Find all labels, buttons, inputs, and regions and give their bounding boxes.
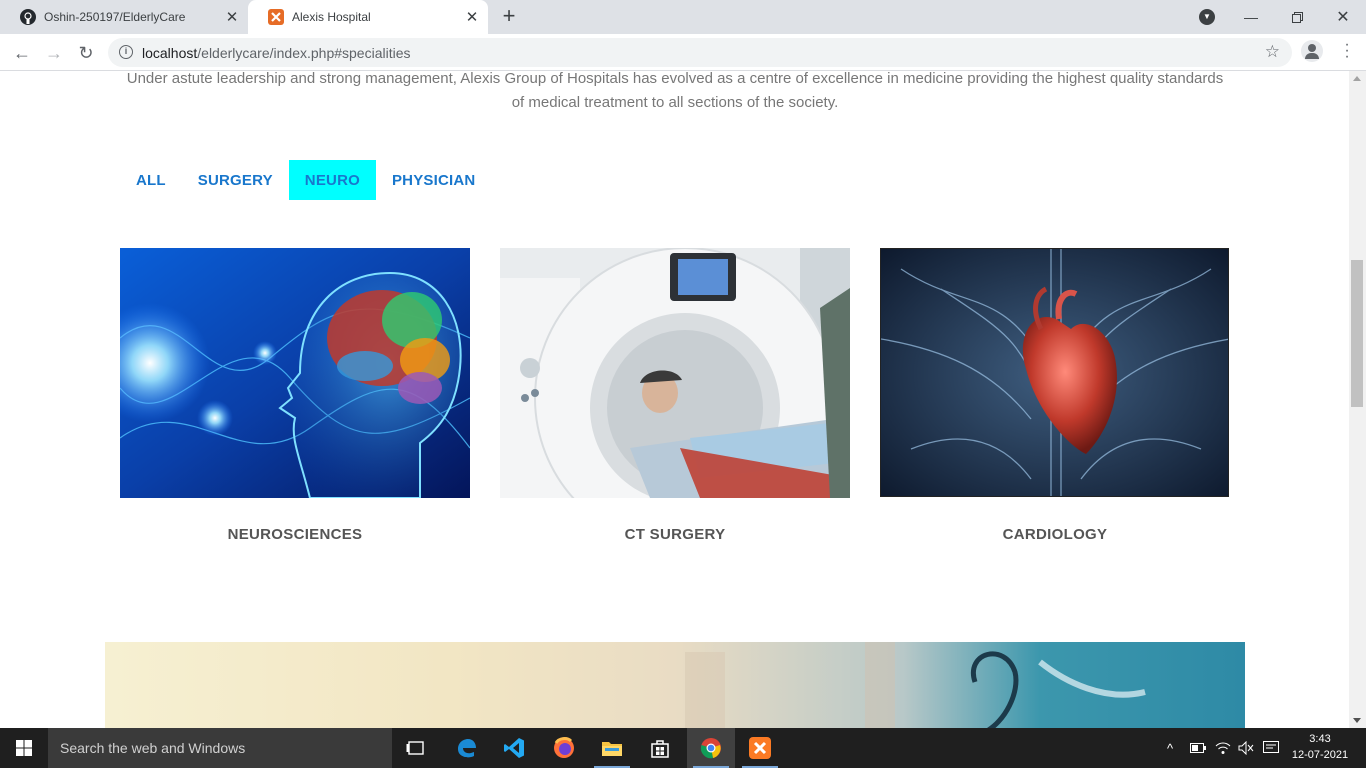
xampp-taskbar-icon[interactable] (736, 728, 784, 768)
vertical-scrollbar[interactable] (1349, 71, 1366, 728)
clock-time: 3:43 (1309, 733, 1331, 745)
url-text[interactable]: localhost/elderlycare/index.php#speciali… (142, 45, 411, 61)
close-icon[interactable]: ✕ (222, 7, 242, 27)
filter-surgery[interactable]: SURGERY (182, 160, 289, 200)
clock-date: 12-07-2021 (1291, 749, 1349, 761)
url-path: /elderlycare/index.php#specialities (197, 45, 411, 61)
speciality-card-ct-surgery[interactable]: CT SURGERY (500, 248, 850, 543)
xampp-icon (268, 9, 284, 25)
taskbar-clock[interactable]: 3:43 12-07-2021 (1288, 731, 1352, 763)
windows-taskbar: Search the web and Windows ^ 3:43 12-07-… (0, 728, 1366, 768)
filter-neuro[interactable]: NEURO (288, 160, 376, 200)
forward-icon[interactable]: → (41, 40, 67, 66)
file-explorer-icon[interactable] (588, 728, 636, 768)
speciality-name[interactable]: CARDIOLOGY (880, 526, 1230, 543)
browser-tab-strip: Oshin-250197/ElderlyCare ✕ Alexis Hospit… (0, 0, 1366, 34)
tab-github[interactable]: Oshin-250197/ElderlyCare ✕ (0, 0, 248, 34)
tab-alexis-hospital[interactable]: Alexis Hospital ✕ (248, 0, 488, 34)
close-icon[interactable]: ✕ (462, 7, 482, 27)
specialities-intro: Under astute leadership and strong manag… (126, 71, 1224, 111)
speciality-name[interactable]: CT SURGERY (500, 526, 850, 543)
minimize-icon[interactable]: — (1228, 0, 1274, 34)
volume-muted-icon[interactable] (1238, 728, 1254, 768)
brain-illustration[interactable] (120, 248, 470, 498)
edge-icon[interactable] (442, 728, 490, 768)
reload-icon[interactable]: ↻ (73, 40, 99, 66)
back-icon[interactable]: ← (9, 40, 35, 66)
speciality-card-neurosciences[interactable]: NEUROSCIENCES (120, 248, 470, 543)
tab-title: Alexis Hospital (292, 10, 371, 24)
restore-icon[interactable] (1274, 0, 1320, 34)
store-icon[interactable] (636, 728, 684, 768)
scroll-down-icon[interactable] (1353, 718, 1361, 723)
menu-kebab-icon[interactable]: · · · (1339, 37, 1355, 65)
banner-image (105, 642, 1245, 728)
specialities-filter: ALL SURGERY NEURO PHYSICIAN (120, 160, 491, 200)
vscode-icon[interactable] (490, 728, 538, 768)
speciality-card-cardiology[interactable]: CARDIOLOGY (880, 248, 1230, 543)
windows-start-icon[interactable] (0, 728, 48, 768)
battery-icon[interactable] (1190, 728, 1206, 768)
profile-avatar-icon[interactable] (1301, 40, 1323, 62)
chrome-icon[interactable] (687, 728, 735, 768)
ct-scanner-photo[interactable] (500, 248, 850, 498)
url-host: localhost (142, 45, 198, 61)
scrollbar-thumb[interactable] (1351, 260, 1363, 407)
tab-search-icon[interactable]: ▼ (1199, 9, 1215, 25)
window-close-icon[interactable]: ✕ (1320, 0, 1366, 34)
address-bar[interactable]: i localhost/elderlycare/index.php#specia… (108, 38, 1292, 67)
show-hidden-icons[interactable]: ^ (1167, 728, 1173, 768)
page-viewport: Under astute leadership and strong manag… (0, 71, 1366, 728)
github-icon (20, 9, 36, 25)
info-icon[interactable]: i (119, 45, 133, 59)
action-center-icon[interactable] (1263, 728, 1279, 768)
new-tab-icon[interactable]: + (498, 5, 520, 28)
firefox-icon[interactable] (540, 728, 588, 768)
browser-toolbar: ← → ↻ i localhost/elderlycare/index.php#… (0, 34, 1366, 71)
scroll-up-icon[interactable] (1353, 76, 1361, 81)
taskbar-search-box[interactable]: Search the web and Windows (48, 728, 392, 768)
bookmark-star-icon[interactable]: ☆ (1265, 42, 1280, 62)
heart-illustration[interactable] (880, 248, 1229, 497)
wifi-icon[interactable] (1215, 728, 1231, 768)
filter-physician[interactable]: PHYSICIAN (376, 160, 491, 200)
task-view-icon[interactable] (392, 728, 440, 768)
speciality-name[interactable]: NEUROSCIENCES (120, 526, 470, 543)
filter-all[interactable]: ALL (120, 160, 182, 200)
tab-title: Oshin-250197/ElderlyCare (44, 10, 186, 24)
